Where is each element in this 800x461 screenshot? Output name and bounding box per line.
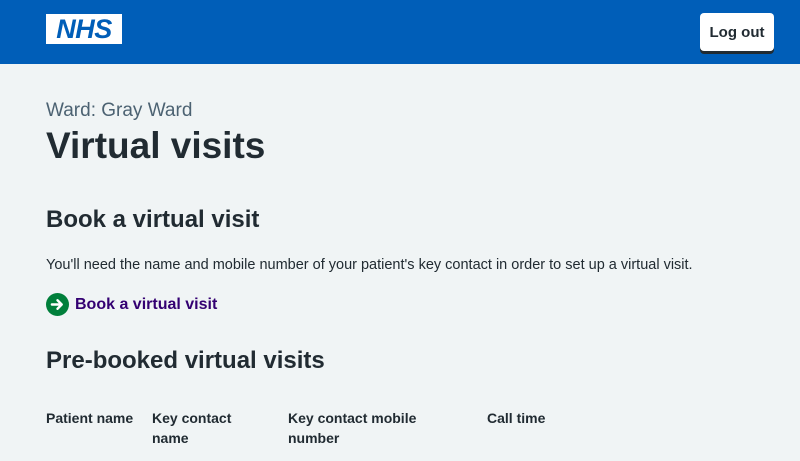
book-visit-heading: Book a virtual visit (46, 206, 260, 233)
book-visit-description: You'll need the name and mobile number o… (46, 257, 693, 273)
prebooked-visits-heading: Pre-booked virtual visits (46, 347, 325, 374)
nhs-logo-text: NHS (56, 14, 112, 44)
nhs-logo[interactable]: NHS (46, 14, 122, 44)
ward-caption: Ward: Gray Ward (46, 100, 193, 121)
column-header-key-contact-mobile: Key contact mobile number (288, 410, 417, 446)
book-visit-action-label: Book a virtual visit (75, 295, 218, 313)
page-title: Virtual visits (46, 125, 266, 166)
arrow-right-circle-icon (46, 293, 69, 316)
site-header: NHS Log out (0, 0, 800, 64)
column-header-key-contact-name: Key contact name (152, 410, 232, 446)
column-header-call-time: Call time (487, 410, 546, 426)
log-out-button[interactable]: Log out (700, 13, 774, 51)
column-header-patient-name: Patient name (46, 410, 134, 426)
book-visit-action-link[interactable]: Book a virtual visit (46, 293, 217, 316)
